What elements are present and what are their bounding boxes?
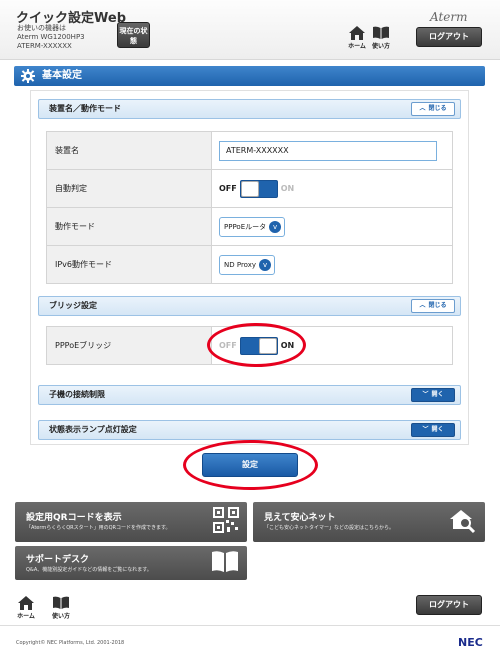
home-label: ホーム xyxy=(348,43,366,50)
toggle-on-label: ON xyxy=(280,184,295,193)
header: クイック設定Web お使いの機器は Aterm WG1200HP3 ATERM-… xyxy=(0,0,500,60)
house-search-icon xyxy=(450,510,476,534)
table-row: 自動判定 OFF ON xyxy=(46,169,453,208)
panel-title: ブリッジ設定 xyxy=(49,301,97,310)
chevron-up-icon: ︿ xyxy=(419,105,426,112)
ipv6-select-value: ND Proxy xyxy=(224,260,257,269)
device-info-line: お使いの機器は xyxy=(17,24,66,32)
toggle-track xyxy=(239,179,278,198)
safety-net-tile[interactable]: 見えて安心ネット 「こども安心ネットタイマー」などの設定はこちらから。 xyxy=(253,502,485,542)
qr-code-icon xyxy=(213,507,239,533)
qr-code-tile[interactable]: 設定用QRコードを表示 「AtermらくらくQRスタート」用のQRコードを作成で… xyxy=(15,502,247,542)
toggle-off-label: OFF xyxy=(219,184,237,193)
mode-label: 動作モード xyxy=(46,207,212,246)
toggle-knob xyxy=(240,180,259,197)
tile-title: 見えて安心ネット xyxy=(264,513,336,523)
collapse-button[interactable]: ︿ 閉じる xyxy=(411,102,455,116)
page-title: 基本設定 xyxy=(42,70,82,81)
chevron-down-icon: ﹀ xyxy=(422,391,429,398)
tile-title: 設定用QRコードを表示 xyxy=(26,513,122,523)
device-name-input[interactable]: ATERM-XXXXXX xyxy=(219,140,437,161)
chevron-down-icon: ﹀ xyxy=(422,426,429,433)
highlight-ellipse-toggle xyxy=(207,323,306,367)
manual-button[interactable]: 使い方 xyxy=(369,26,393,50)
gear-icon xyxy=(21,69,35,83)
book-icon xyxy=(373,26,389,39)
footer-home-button[interactable]: ホーム xyxy=(14,596,38,620)
chevron-up-icon: ︿ xyxy=(419,302,426,309)
section-title-bar: 基本設定 xyxy=(14,66,485,86)
home-icon xyxy=(349,26,365,40)
ipv6-select[interactable]: ND Proxy v xyxy=(219,254,276,275)
ipv6-cell: ND Proxy v xyxy=(211,245,453,284)
mode-cell: PPPoEルータ v xyxy=(211,207,453,246)
copyright: Copyright© NEC Platforms, Ltd. 2001-2018 xyxy=(16,640,125,646)
auto-detect-toggle[interactable]: OFF ON xyxy=(219,179,295,198)
collapse-button[interactable]: ︿ 閉じる xyxy=(411,299,455,313)
footer-divider xyxy=(0,625,500,626)
footer-manual-button[interactable]: 使い方 xyxy=(49,596,73,620)
pppoe-bridge-label: PPPoEブリッジ xyxy=(46,326,212,365)
chevron-down-icon: v xyxy=(269,220,282,233)
device-model: Aterm WG1200HP3 xyxy=(17,33,85,41)
device-name-cell: ATERM-XXXXXX xyxy=(211,131,453,170)
tile-title: サポートデスク xyxy=(26,555,90,565)
book-icon xyxy=(212,551,238,572)
home-label: ホーム xyxy=(17,613,35,620)
expand-button[interactable]: ﹀ 開く xyxy=(411,388,455,402)
manual-label: 使い方 xyxy=(51,613,70,620)
mode-select-value: PPPoEルータ xyxy=(224,222,267,231)
lamp-panel-header[interactable]: 状態表示ランプ点灯設定 ﹀ 開く xyxy=(38,420,461,440)
device-mode-panel-header: 装置名／動作モード ︿ 閉じる xyxy=(38,99,461,119)
logout-button[interactable]: ログアウト xyxy=(416,27,482,47)
panel-title: 装置名／動作モード xyxy=(49,104,121,113)
device-name: ATERM-XXXXXX xyxy=(17,42,72,50)
tile-subtitle: 「AtermらくらくQRスタート」用のQRコードを作成できます。 xyxy=(26,525,171,531)
table-row: IPv6動作モード ND Proxy v xyxy=(46,245,453,284)
home-icon xyxy=(18,596,34,610)
device-info: お使いの機器は Aterm WG1200HP3 ATERM-XXXXXX xyxy=(17,24,85,51)
manual-label: 使い方 xyxy=(371,43,390,50)
device-mode-table: 装置名 ATERM-XXXXXX 自動判定 OFF ON 動作モード PPPoE… xyxy=(46,131,453,284)
bridge-panel-header: ブリッジ設定 ︿ 閉じる xyxy=(38,296,461,316)
panel-title: 子機の接続制限 xyxy=(49,390,105,399)
ipv6-label: IPv6動作モード xyxy=(46,245,212,284)
device-name-label: 装置名 xyxy=(46,131,212,170)
child-restriction-panel-header[interactable]: 子機の接続制限 ﹀ 開く xyxy=(38,385,461,405)
collapse-label: 閉じる xyxy=(428,302,447,309)
nec-logo: NEC xyxy=(458,636,483,649)
expand-label: 開く xyxy=(431,426,444,433)
auto-detect-cell: OFF ON xyxy=(211,169,453,208)
current-status-button[interactable]: 現在の状態 xyxy=(117,22,150,48)
panel-title: 状態表示ランプ点灯設定 xyxy=(49,425,137,434)
highlight-ellipse-button xyxy=(183,440,318,490)
tile-subtitle: Q&A、機能別設定ガイドなどの情報をご覧になれます。 xyxy=(26,567,152,573)
chevron-down-icon: v xyxy=(259,258,272,271)
support-desk-tile[interactable]: サポートデスク Q&A、機能別設定ガイドなどの情報をご覧になれます。 xyxy=(15,546,247,580)
footer-logout-button[interactable]: ログアウト xyxy=(416,595,482,615)
mode-select[interactable]: PPPoEルータ v xyxy=(219,216,286,237)
tile-subtitle: 「こども安心ネットタイマー」などの設定はこちらから。 xyxy=(264,525,395,531)
expand-label: 開く xyxy=(431,391,444,398)
book-icon xyxy=(53,596,69,609)
auto-detect-label: 自動判定 xyxy=(46,169,212,208)
table-row: 装置名 ATERM-XXXXXX xyxy=(46,131,453,170)
expand-button[interactable]: ﹀ 開く xyxy=(411,423,455,437)
table-row: 動作モード PPPoEルータ v xyxy=(46,207,453,246)
aterm-logo: Aterm xyxy=(430,10,468,24)
collapse-label: 閉じる xyxy=(428,105,447,112)
home-button[interactable]: ホーム xyxy=(345,26,369,50)
